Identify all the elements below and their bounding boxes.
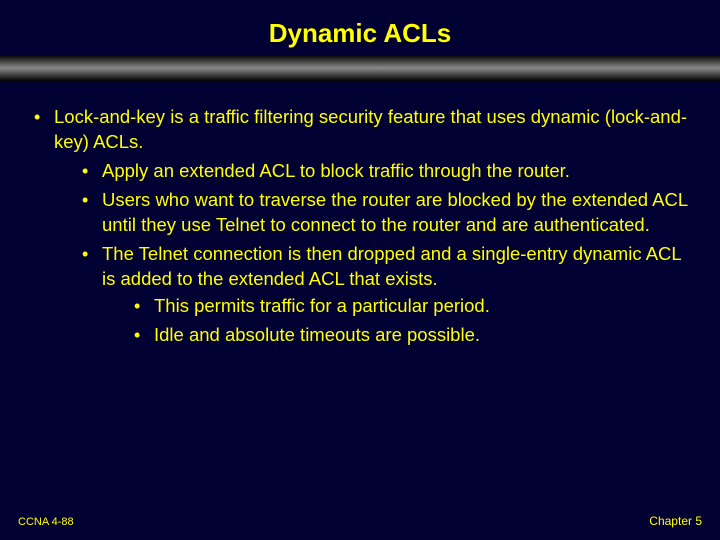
list-item: The Telnet connection is then dropped an…: [78, 242, 690, 348]
bullet-text: Users who want to traverse the router ar…: [102, 189, 687, 235]
title-divider: [0, 55, 720, 81]
slide-title: Dynamic ACLs: [0, 0, 720, 55]
bullet-text: Idle and absolute timeouts are possible.: [154, 324, 480, 345]
slide-content: Lock-and-key is a traffic filtering secu…: [0, 81, 720, 348]
footer-page-number: CCNA 4-88: [18, 516, 74, 528]
bullet-text: This permits traffic for a particular pe…: [154, 295, 490, 316]
list-item: Idle and absolute timeouts are possible.: [130, 323, 690, 348]
bullet-list-level2: Apply an extended ACL to block traffic t…: [54, 159, 690, 348]
footer-chapter: Chapter 5: [649, 514, 702, 528]
list-item: Users who want to traverse the router ar…: [78, 188, 690, 238]
list-item: Lock-and-key is a traffic filtering secu…: [30, 105, 690, 348]
bullet-list-level1: Lock-and-key is a traffic filtering secu…: [30, 105, 690, 348]
bullet-text: The Telnet connection is then dropped an…: [102, 243, 681, 289]
list-item: This permits traffic for a particular pe…: [130, 294, 690, 319]
bullet-text: Apply an extended ACL to block traffic t…: [102, 160, 570, 181]
bullet-text: Lock-and-key is a traffic filtering secu…: [54, 106, 687, 152]
list-item: Apply an extended ACL to block traffic t…: [78, 159, 690, 184]
bullet-list-level3: This permits traffic for a particular pe…: [102, 294, 690, 348]
slide: Dynamic ACLs Lock-and-key is a traffic f…: [0, 0, 720, 540]
